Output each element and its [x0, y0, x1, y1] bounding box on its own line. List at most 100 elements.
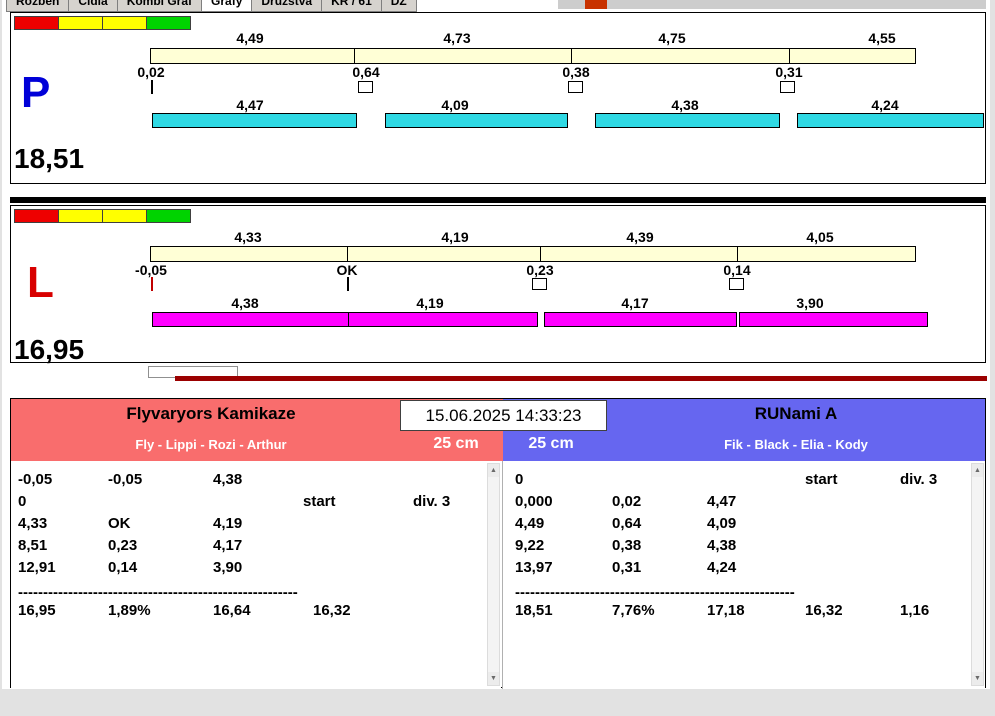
table-cell: 4,24 [707, 559, 737, 576]
table-cell: 4,17 [213, 537, 243, 554]
timing-app-window: Rozběh Čidla Kombi Graf Grafy Družstva K… [0, 0, 995, 716]
light-red-icon [14, 209, 59, 223]
left-jump-height: 25 cm [433, 435, 479, 452]
scroll-up-icon[interactable]: ▲ [972, 464, 983, 477]
lane-total-time: 18,51 [14, 143, 85, 174]
table-cell: 13,97 [515, 559, 553, 576]
light-yellow-icon [102, 16, 147, 30]
titlebar-red-marker [585, 0, 607, 9]
table-cell: -0,05 [18, 471, 53, 488]
tab-kr[interactable]: KR / 61 [321, 0, 381, 12]
interval-divider [540, 247, 541, 261]
change-tick [347, 277, 349, 291]
interval-divider [737, 247, 738, 261]
split-time-label: 4,17 [621, 295, 649, 311]
split-time-label: 4,24 [871, 97, 899, 113]
light-yellow-icon [58, 209, 103, 223]
status-lights [14, 16, 191, 30]
panel-separator [10, 197, 986, 203]
split-bar [797, 113, 984, 128]
split-time-label: 4,38 [671, 97, 699, 113]
light-red-icon [14, 16, 59, 30]
lane-letter: L [27, 258, 54, 307]
table-cell: 4,38 [213, 471, 243, 488]
table-cell: 8,51 [18, 537, 48, 554]
table-cell: 4,09 [707, 515, 737, 532]
datetime-display: 15.06.2025 14:33:23 [400, 400, 607, 431]
scroll-down-icon[interactable]: ▼ [972, 672, 983, 685]
tab-row: Rozběh Čidla Kombi Graf Grafy Družstva K… [6, 0, 417, 12]
interval-time-label: 4,05 [806, 229, 834, 245]
change-time-label: 0,14 [723, 262, 751, 278]
tab-kombi-graf[interactable]: Kombi Graf [116, 0, 202, 12]
scroll-down-icon[interactable]: ▼ [488, 672, 499, 685]
light-green-icon [146, 209, 191, 223]
right-table-scrollbar[interactable]: ▲ ▼ [971, 463, 984, 686]
left-table-scrollbar[interactable]: ▲ ▼ [487, 463, 500, 686]
change-checkbox[interactable] [729, 278, 744, 290]
table-cell: -0,05 [108, 471, 143, 488]
table-separator: ----------------------------------------… [515, 584, 795, 599]
table-cell: 0,000 [515, 493, 553, 510]
table-cell: 3,90 [213, 559, 243, 576]
titlebar-fragment [558, 0, 986, 9]
table-cell: 0,64 [612, 515, 642, 532]
light-green-icon [146, 16, 191, 30]
table-cell: 4,19 [213, 515, 243, 532]
change-time-label: 0,64 [352, 64, 380, 80]
total-cell: 16,64 [213, 602, 251, 619]
change-time-label: -0,05 [135, 262, 167, 278]
table-cell: 4,38 [707, 537, 737, 554]
table-cell: start [303, 493, 336, 510]
scoreboard-block: Flyvaryors Kamikaze Fly - Lippi - Rozi -… [10, 398, 986, 689]
tab-cidla[interactable]: Čidla [68, 0, 117, 12]
split-bar [152, 113, 357, 128]
left-results-table: -0,05 -0,05 4,38 0 start div. 3 4,33 OK … [11, 461, 501, 688]
split-time-label: 4,47 [236, 97, 264, 113]
graph-panel-p: 4,49 4,73 4,75 4,55 0,02 0,64 0,38 0,31 … [10, 12, 986, 184]
interval-time-label: 4,55 [868, 30, 896, 46]
lane-letter: P [21, 68, 51, 117]
interval-divider [354, 49, 355, 63]
interval-time-label: 4,19 [441, 229, 469, 245]
total-cell: 18,51 [515, 602, 553, 619]
left-team-name: Flyvaryors Kamikaze [126, 404, 296, 423]
change-checkbox[interactable] [532, 278, 547, 290]
change-checkbox[interactable] [780, 81, 795, 93]
table-cell: 12,91 [18, 559, 56, 576]
table-cell: 0,31 [612, 559, 642, 576]
left-team-lineup: Fly - Lippi - Rozi - Arthur [135, 437, 287, 452]
tab-dz[interactable]: DZ [380, 0, 417, 12]
tab-bar: Rozběh Čidla Kombi Graf Grafy Družstva K… [6, 0, 558, 12]
table-cell: 9,22 [515, 537, 545, 554]
interval-time-label: 4,73 [443, 30, 471, 46]
interval-time-label: 4,39 [626, 229, 654, 245]
graph-panel-l: 4,33 4,19 4,39 4,05 -0,05 OK 0,23 0,14 4… [10, 205, 986, 364]
tab-druzstva[interactable]: Družstva [251, 0, 322, 12]
scroll-up-icon[interactable]: ▲ [488, 464, 499, 477]
right-jump-height: 25 cm [528, 435, 574, 452]
tab-grafy[interactable]: Grafy [201, 0, 252, 12]
right-team-lineup: Fik - Black - Elia - Kody [724, 437, 868, 452]
interval-divider [571, 49, 572, 63]
table-cell: start [805, 471, 838, 488]
split-bar [348, 312, 538, 327]
window-frame [990, 0, 995, 716]
interval-time-label: 4,75 [658, 30, 686, 46]
table-cell: OK [108, 515, 131, 532]
total-cell: 1,16 [900, 602, 930, 619]
interval-divider [789, 49, 790, 63]
light-yellow-icon [58, 16, 103, 30]
total-cell: 1,89% [108, 602, 151, 619]
total-cell: 16,95 [18, 602, 56, 619]
interval-bar [150, 48, 916, 64]
split-time-label: 3,90 [796, 295, 824, 311]
change-checkbox[interactable] [568, 81, 583, 93]
change-checkbox[interactable] [358, 81, 373, 93]
start-tick [151, 277, 153, 291]
table-cell: 4,33 [18, 515, 48, 532]
table-cell: 0,02 [612, 493, 642, 510]
change-time-label: 0,38 [562, 64, 590, 80]
tab-rozbeh[interactable]: Rozběh [6, 0, 69, 12]
split-bar [595, 113, 780, 128]
